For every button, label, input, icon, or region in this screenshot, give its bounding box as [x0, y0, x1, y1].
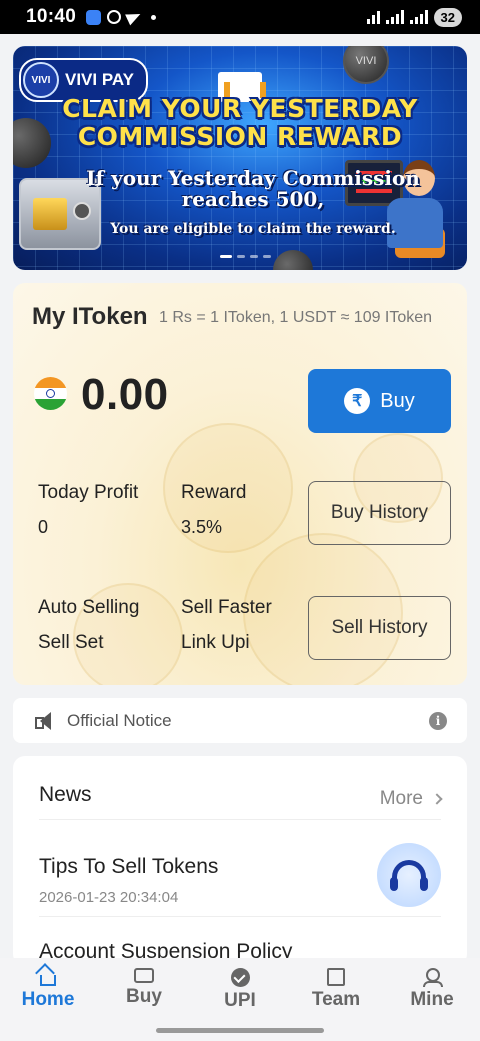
news-title: News	[39, 783, 92, 806]
sell-faster-link[interactable]: Sell Faster	[181, 597, 272, 619]
home-icon	[40, 975, 56, 986]
reward-label: Reward	[181, 482, 247, 503]
app-notification-icon	[86, 9, 102, 25]
buy-button-label: Buy	[380, 389, 415, 412]
banner-title: COMMISSION REWARD	[77, 122, 403, 151]
card-title: My IToken	[32, 303, 148, 330]
promo-banner[interactable]: VIVI VIVI VIVI PAY CLAIM YOUR YESTERDAY …	[13, 46, 467, 270]
carousel-indicator	[220, 255, 271, 258]
logo-text: VIVI PAY	[65, 70, 134, 89]
banner-subtitle: reaches 500,	[181, 187, 325, 211]
status-time: 10:40	[26, 6, 77, 27]
link-upi-link[interactable]: Link Upi	[181, 632, 250, 654]
today-profit-value: 0	[38, 517, 49, 537]
info-icon[interactable]: i	[429, 711, 447, 730]
logo-mark: VIVI	[23, 62, 59, 98]
tab-team[interactable]: Team	[288, 958, 384, 1020]
official-notice-bar[interactable]: Official Notice i	[13, 698, 467, 743]
divider	[39, 916, 441, 917]
user-icon	[423, 968, 443, 987]
sell-history-button[interactable]: Sell History	[308, 596, 451, 660]
headset-icon	[390, 860, 428, 891]
tab-label: UPI	[224, 990, 256, 1011]
gold-bars	[33, 198, 67, 230]
system-icons: 32	[366, 7, 462, 27]
telegram-icon	[125, 8, 143, 26]
reward-value: 3.5%	[181, 517, 223, 537]
today-profit-label: Today Profit	[38, 482, 139, 503]
tab-label: Team	[311, 989, 361, 1010]
rupee-icon: ₹	[344, 388, 371, 414]
tab-mine[interactable]: Mine	[384, 958, 480, 1020]
customer-support-icon[interactable]	[377, 843, 441, 907]
gesture-area	[0, 1020, 480, 1041]
buy-button[interactable]: ₹ Buy	[308, 369, 451, 433]
ticket-icon	[134, 968, 154, 983]
megaphone-icon	[35, 711, 53, 730]
more-label: More	[379, 788, 423, 809]
auto-selling-link[interactable]: Auto Selling	[38, 597, 139, 619]
banner-caption: You are eligible to claim the reward.	[110, 221, 396, 237]
more-notifications-icon	[151, 14, 157, 20]
bottom-tab-bar: Home Buy UPI Team Mine	[0, 958, 480, 1020]
notice-text: Official Notice	[67, 710, 172, 730]
india-flag-icon	[34, 377, 67, 410]
news-item-title[interactable]: Tips To Sell Tokens	[39, 855, 218, 879]
token-balance: 0.00	[81, 370, 169, 419]
battery-indicator: 32	[433, 7, 462, 27]
tab-home[interactable]: Home	[0, 958, 96, 1020]
tab-label: Buy	[126, 986, 162, 1007]
edit-square-icon	[327, 968, 345, 986]
tab-buy[interactable]: Buy	[96, 958, 192, 1020]
status-bar: 10:40 32	[0, 0, 480, 34]
tab-label: Mine	[410, 989, 454, 1010]
banner-title: CLAIM YOUR YESTERDAY	[62, 94, 418, 123]
sync-icon	[107, 10, 122, 24]
itoken-card: My IToken 1 Rs = 1 IToken, 1 USDT ≈ 109 …	[13, 283, 467, 685]
news-section: News More Tips To Sell Tokens 2026-01-23…	[13, 756, 467, 966]
divider	[39, 819, 441, 820]
wifi-icon	[366, 10, 380, 24]
coin-label: VIVI	[355, 55, 377, 67]
news-more-link[interactable]: More	[379, 788, 443, 810]
signal-icon	[385, 10, 404, 24]
chevron-right-icon	[431, 793, 443, 805]
tab-label: Home	[21, 989, 75, 1010]
buy-history-button[interactable]: Buy History	[308, 481, 451, 545]
notification-icons	[86, 8, 157, 26]
tab-upi[interactable]: UPI	[192, 958, 288, 1020]
exchange-rate: 1 Rs = 1 IToken, 1 USDT ≈ 109 IToken	[159, 309, 433, 326]
sell-set-link[interactable]: Sell Set	[38, 632, 103, 654]
check-circle-icon	[230, 968, 250, 987]
home-gesture-bar[interactable]	[156, 1028, 324, 1033]
news-item-date: 2026-01-23 20:34:04	[39, 889, 179, 906]
signal-2-icon	[409, 10, 428, 24]
